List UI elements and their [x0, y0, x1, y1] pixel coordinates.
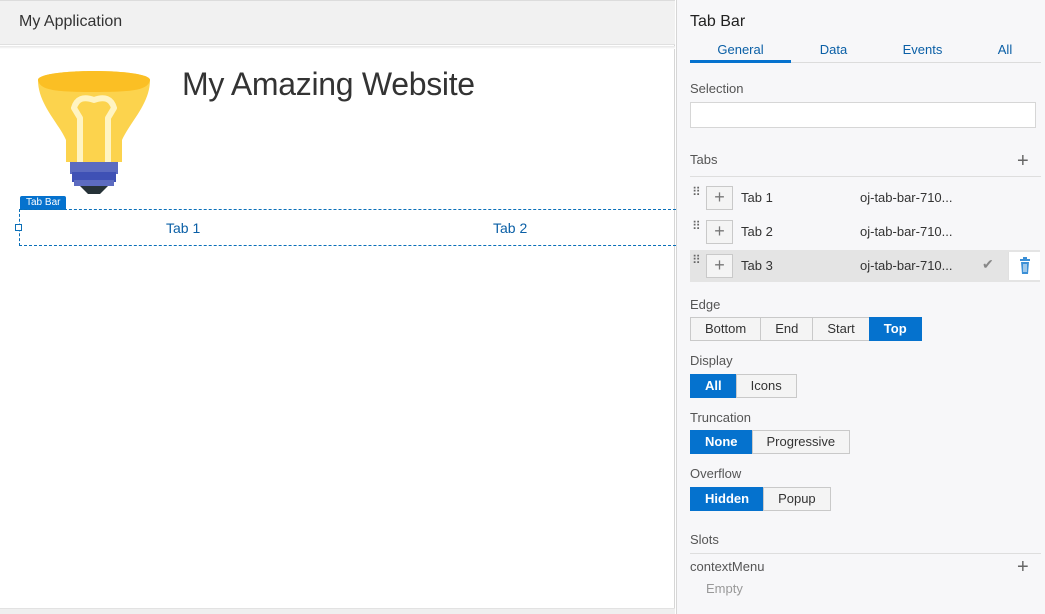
tab-row-id: oj-tab-bar-710...: [860, 224, 953, 239]
trash-icon[interactable]: [1008, 252, 1040, 280]
canvas-footer: [0, 608, 675, 614]
expand-plus-icon[interactable]: +: [706, 254, 733, 278]
truncation-none-button[interactable]: None: [690, 430, 753, 454]
tabs-divider: [690, 176, 1041, 177]
tab-row-id: oj-tab-bar-710...: [860, 190, 953, 205]
add-slot-plus-icon[interactable]: +: [1017, 557, 1029, 577]
inspector-tabs: General Data Events All: [690, 40, 1041, 63]
display-icons-button[interactable]: Icons: [735, 374, 797, 398]
header-shadow: [0, 46, 675, 49]
display-label: Display: [690, 353, 733, 368]
tab-row-label: Tab 1: [741, 190, 773, 205]
truncation-buttonset: None Progressive: [690, 430, 851, 454]
panel-title: Tab Bar: [690, 13, 746, 30]
lightbulb-icon: [38, 71, 150, 194]
edge-label: Edge: [690, 297, 721, 312]
design-canvas: My Application My Amazing Website Tab Ba…: [0, 0, 676, 614]
edge-end-button[interactable]: End: [760, 317, 814, 341]
edge-top-button[interactable]: Top: [868, 317, 922, 341]
drag-handle-icon[interactable]: ⠿: [692, 254, 701, 272]
app-header: My Application: [0, 0, 675, 45]
overflow-buttonset: Hidden Popup: [690, 487, 831, 511]
slot-empty-text: Empty: [706, 581, 743, 596]
slots-divider: [690, 553, 1041, 554]
site-title: My Amazing Website: [182, 66, 475, 102]
slots-label: Slots: [690, 532, 719, 547]
tab-bar-selection-frame[interactable]: [19, 209, 676, 246]
tab-data[interactable]: Data: [791, 42, 876, 57]
tab-all[interactable]: All: [969, 42, 1041, 57]
tabs-label: Tabs: [690, 152, 718, 167]
selection-label: Selection: [690, 81, 744, 96]
tab-row-label: Tab 3: [741, 258, 773, 273]
edge-buttonset: Bottom End Start Top: [690, 317, 922, 341]
tab-general[interactable]: General: [690, 42, 791, 57]
tab-row-3[interactable]: ⠿ + Tab 3 oj-tab-bar-710... ✔: [690, 250, 1040, 282]
overflow-popup-button[interactable]: Popup: [763, 487, 831, 511]
add-tab-plus-icon[interactable]: +: [1017, 151, 1029, 171]
truncation-label: Truncation: [690, 410, 751, 425]
tab-row-2[interactable]: ⠿ + Tab 2 oj-tab-bar-710...: [690, 216, 1040, 248]
expand-plus-icon[interactable]: +: [706, 220, 733, 244]
display-buttonset: All Icons: [690, 374, 797, 398]
drag-handle-icon[interactable]: ⠿: [692, 186, 701, 204]
edge-bottom-button[interactable]: Bottom: [690, 317, 762, 341]
overflow-hidden-button[interactable]: Hidden: [690, 487, 765, 511]
edge-start-button[interactable]: Start: [812, 317, 870, 341]
checkmark-icon[interactable]: ✔: [982, 256, 994, 273]
drag-handle-icon[interactable]: ⠿: [692, 220, 701, 238]
tab-bar-badge[interactable]: Tab Bar: [20, 196, 67, 210]
display-all-button[interactable]: All: [690, 374, 737, 398]
preview-tab-2[interactable]: Tab 2: [493, 220, 527, 236]
expand-plus-icon[interactable]: +: [706, 186, 733, 210]
overflow-label: Overflow: [690, 466, 742, 481]
tab-row-id: oj-tab-bar-710...: [860, 258, 953, 273]
selection-input[interactable]: [690, 102, 1036, 128]
slot-context-menu: contextMenu: [690, 559, 765, 574]
truncation-progressive-button[interactable]: Progressive: [751, 430, 851, 454]
preview-tab-1[interactable]: Tab 1: [166, 220, 200, 236]
tab-events[interactable]: Events: [876, 42, 969, 57]
resize-handle[interactable]: [15, 224, 22, 231]
active-tab-indicator: [690, 60, 791, 63]
tab-row-1[interactable]: ⠿ + Tab 1 oj-tab-bar-710...: [690, 182, 1040, 214]
tab-row-label: Tab 2: [741, 224, 773, 239]
property-inspector: Tab Bar General Data Events All Selectio…: [676, 0, 1045, 614]
app-title: My Application: [19, 13, 123, 30]
